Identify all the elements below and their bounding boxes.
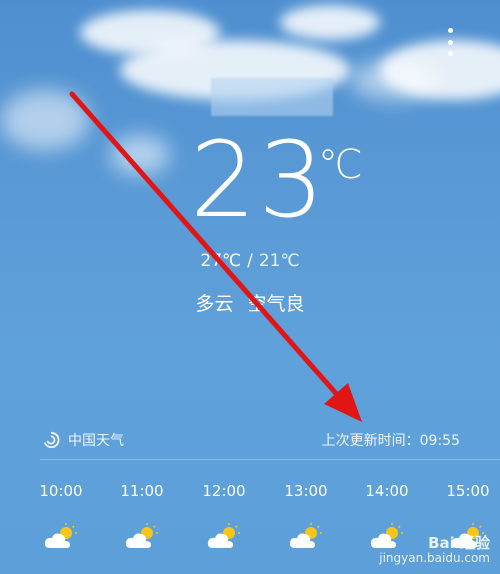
hour-item: 13:00 [276, 482, 336, 550]
high-temperature: 27℃ [200, 251, 242, 271]
baidu-jingyan-watermark: Bai 经验 jingyan.baidu.com [379, 533, 490, 566]
divider [40, 459, 500, 460]
hour-time: 14:00 [365, 482, 409, 500]
air-quality: 空气良 [247, 293, 305, 315]
partly-cloudy-icon [207, 523, 240, 548]
hour-item: 10:00 [31, 482, 91, 550]
hour-time: 13:00 [284, 482, 328, 500]
partly-cloudy-icon [44, 523, 77, 548]
more-options-button[interactable] [444, 28, 456, 56]
hour-time: 10:00 [39, 482, 83, 500]
hour-time: 11:00 [120, 482, 164, 500]
current-temperature: 23 [190, 119, 327, 241]
weather-condition: 多云 [195, 293, 234, 315]
temperature-range: 27℃/21℃ [0, 251, 500, 271]
menu-dot-icon [447, 28, 453, 33]
city-name-redacted [211, 78, 333, 116]
hour-item: 11:00 [112, 482, 172, 550]
menu-dot-icon [447, 39, 453, 45]
weather-source[interactable]: 中国天气 [42, 430, 124, 450]
hour-time: 12:00 [202, 482, 246, 500]
menu-dot-icon [447, 51, 453, 56]
temperature-unit: ℃ [318, 142, 363, 188]
partly-cloudy-icon [125, 523, 158, 548]
china-weather-logo-icon [43, 431, 60, 449]
hour-item: 12:00 [194, 482, 254, 550]
source-name: 中国天气 [68, 433, 124, 449]
low-temperature: 21℃ [258, 251, 300, 271]
partly-cloudy-icon [289, 523, 322, 548]
hour-time: 15:00 [446, 482, 490, 500]
last-updated: 上次更新时间：09:55 [321, 433, 460, 449]
weather-condition-row: 多云 空气良 [0, 289, 500, 316]
range-separator: / [247, 251, 253, 271]
